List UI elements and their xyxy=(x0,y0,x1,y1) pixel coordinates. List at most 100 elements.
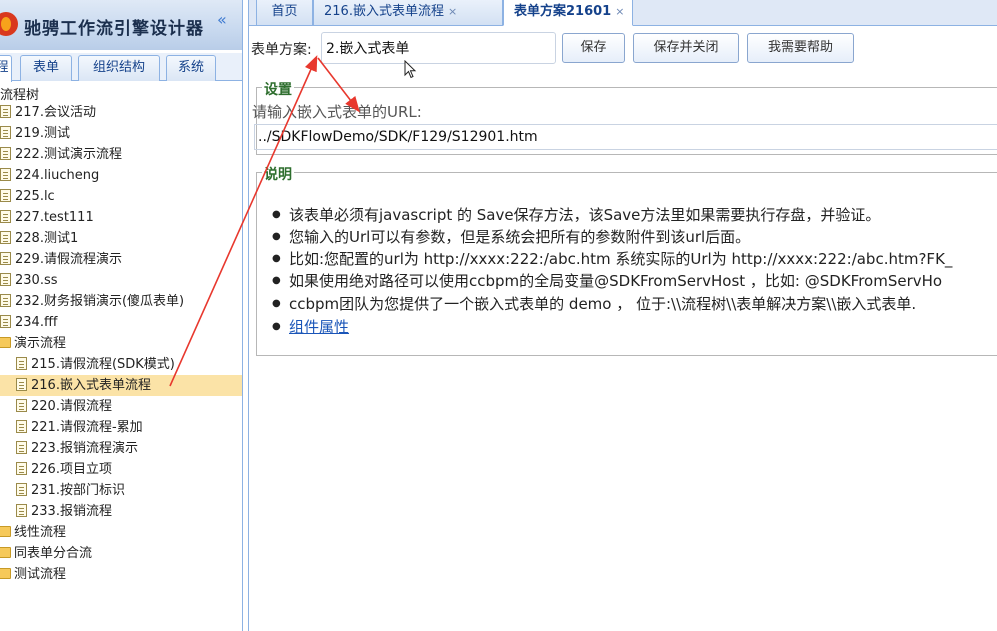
document-icon xyxy=(0,147,11,160)
document-icon xyxy=(16,357,27,370)
document-icon xyxy=(16,399,27,412)
note-item: 您输入的Url可以有参数，但是系统会把所有的参数附件到该url后面。 xyxy=(272,226,750,248)
tree-node[interactable]: 233.报销流程 xyxy=(16,501,112,522)
tree-node-label: 测试流程 xyxy=(14,567,67,582)
mouse-cursor-icon xyxy=(404,60,417,79)
folder-icon xyxy=(0,568,11,579)
tab-label: 216.嵌入式表单流程 xyxy=(324,4,444,19)
close-icon[interactable]: × xyxy=(615,5,624,18)
tree-node-label: 234.fff xyxy=(15,315,58,330)
url-input[interactable]: ../SDKFlowDemo/SDK/F129/S12901.htm xyxy=(254,124,997,150)
help-button[interactable]: 我需要帮助 xyxy=(747,33,854,63)
tree-node-label: 228.测试1 xyxy=(15,231,79,246)
tree-node-label: 221.请假流程-累加 xyxy=(31,420,143,435)
tab-org-structure[interactable]: 组织结构 xyxy=(78,55,160,81)
tree-node[interactable]: 224.liucheng xyxy=(0,165,99,186)
tree-node[interactable]: 229.请假流程演示 xyxy=(0,249,122,270)
tree-node-label: 232.财务报销演示(傻瓜表单) xyxy=(15,294,185,309)
main-panel: 首页 216.嵌入式表单流程× 表单方案21601× 表单方案: 保存 保存并关… xyxy=(248,0,997,631)
tree-node[interactable]: 215.请假流程(SDK模式) xyxy=(16,354,175,375)
document-icon xyxy=(0,210,11,223)
folder-icon xyxy=(0,337,11,348)
tab-bar: 首页 216.嵌入式表单流程 × 表单方案21601 × xyxy=(249,0,997,26)
close-icon[interactable]: × xyxy=(448,5,457,18)
tree-node[interactable]: 234.fff xyxy=(0,312,57,333)
tab-form-scheme[interactable]: 表单方案21601 × xyxy=(503,0,633,26)
tree-node-label: 229.请假流程演示 xyxy=(15,252,122,267)
tab-forms[interactable]: 表单 xyxy=(20,55,72,81)
tree-node[interactable]: 217.会议活动 xyxy=(0,102,96,123)
document-icon xyxy=(16,504,27,517)
left-tab-strip: 程 表单 组织结构 系统 xyxy=(0,53,242,82)
save-close-button[interactable]: 保存并关闭 xyxy=(633,33,739,63)
tab-home[interactable]: 首页 xyxy=(256,0,313,26)
tree-folder[interactable]: 同表单分合流 xyxy=(0,543,92,564)
tree-node-label: 217.会议活动 xyxy=(15,105,96,120)
tree-folder[interactable]: 测试流程 xyxy=(0,564,66,585)
tree-node-label: 215.请假流程(SDK模式) xyxy=(31,357,175,372)
tab-system[interactable]: 系统 xyxy=(166,55,216,81)
note-item: 比如:您配置的url为 http://xxxx:222:/abc.htm 系统实… xyxy=(272,248,952,270)
tree-node-label: 231.按部门标识 xyxy=(31,483,125,498)
tree-node-label: 同表单分合流 xyxy=(14,546,93,561)
tree-node-label: 219.测试 xyxy=(15,126,70,141)
app-window: 驰骋工作流引擎设计器 « 程 表单 组织结构 系统 流程树 217.会议活动 2… xyxy=(0,0,997,631)
app-title: 驰骋工作流引擎设计器 xyxy=(24,19,204,39)
collapse-icon[interactable]: « xyxy=(217,10,227,29)
tree-node[interactable]: 223.报销流程演示 xyxy=(16,438,138,459)
tree-node[interactable]: 222.测试演示流程 xyxy=(0,144,122,165)
tree-folder[interactable]: 线性流程 xyxy=(0,522,66,543)
tab-process-tree[interactable]: 程 xyxy=(0,55,12,82)
document-icon xyxy=(0,294,11,307)
document-icon xyxy=(16,441,27,454)
left-panel: 驰骋工作流引擎设计器 « 程 表单 组织结构 系统 流程树 217.会议活动 2… xyxy=(0,0,243,631)
tree-node[interactable]: 227.test111 xyxy=(0,207,94,228)
tree-node-label: 230.ss xyxy=(15,273,58,288)
document-icon xyxy=(0,189,11,202)
save-button[interactable]: 保存 xyxy=(562,33,625,63)
tree-node-label: 演示流程 xyxy=(14,336,67,351)
tree-node-label: 227.test111 xyxy=(15,210,94,225)
note-item: 如果使用绝对路径可以使用ccbpm的全局变量@SDKFromServHost ，… xyxy=(272,270,942,292)
tree-node-selected[interactable]: 216.嵌入式表单流程 xyxy=(0,375,242,396)
tree-node-label: 线性流程 xyxy=(14,525,67,540)
tree-node[interactable]: 220.请假流程 xyxy=(16,396,112,417)
tree-folder[interactable]: 演示流程 xyxy=(0,333,66,354)
tree-node-label: 220.请假流程 xyxy=(31,399,112,414)
note-item: 该表单必须有javascript 的 Save保存方法，该Save方法里如果需要… xyxy=(272,204,880,226)
tree-node[interactable]: 225.lc xyxy=(0,186,55,207)
folder-icon xyxy=(0,547,11,558)
tree-node-label: 216.嵌入式表单流程 xyxy=(31,378,151,393)
form-scheme-input[interactable] xyxy=(321,32,556,64)
logo-bar: 驰骋工作流引擎设计器 « xyxy=(0,0,242,50)
tree-node[interactable]: 221.请假流程-累加 xyxy=(16,417,143,438)
tree-node-label: 223.报销流程演示 xyxy=(31,441,138,456)
document-icon xyxy=(16,462,27,475)
tree-node-label: 224.liucheng xyxy=(15,168,100,183)
document-icon xyxy=(0,168,11,181)
tree-node[interactable]: 232.财务报销演示(傻瓜表单) xyxy=(0,291,184,312)
tree-node[interactable]: 230.ss xyxy=(0,270,58,291)
tree-node-label: 225.lc xyxy=(15,189,55,204)
tree-node-label: 233.报销流程 xyxy=(31,504,112,519)
document-icon xyxy=(16,378,27,391)
tree-node[interactable]: 226.项目立项 xyxy=(16,459,112,480)
tree-node[interactable]: 228.测试1 xyxy=(0,228,78,249)
tree-node-label: 222.测试演示流程 xyxy=(15,147,122,162)
tree-node[interactable]: 219.测试 xyxy=(0,123,70,144)
document-icon xyxy=(16,483,27,496)
document-icon xyxy=(0,126,11,139)
tree-node[interactable]: 231.按部门标识 xyxy=(16,480,125,501)
document-icon xyxy=(0,105,11,118)
component-properties-link[interactable]: 组件属性 xyxy=(272,316,349,338)
document-icon xyxy=(0,273,11,286)
tab-label: 首页 xyxy=(271,4,298,19)
notes-legend: 说明 xyxy=(262,164,294,184)
url-label: 请输入嵌入式表单的URL: xyxy=(252,103,422,121)
folder-icon xyxy=(0,526,11,537)
tab-label: 表单方案21601 xyxy=(514,4,612,19)
tree-root-label[interactable]: 流程树 xyxy=(0,84,39,103)
tab-embedded-flow[interactable]: 216.嵌入式表单流程 × xyxy=(313,0,503,26)
document-icon xyxy=(0,315,11,328)
tree-node-label: 226.项目立项 xyxy=(31,462,112,477)
